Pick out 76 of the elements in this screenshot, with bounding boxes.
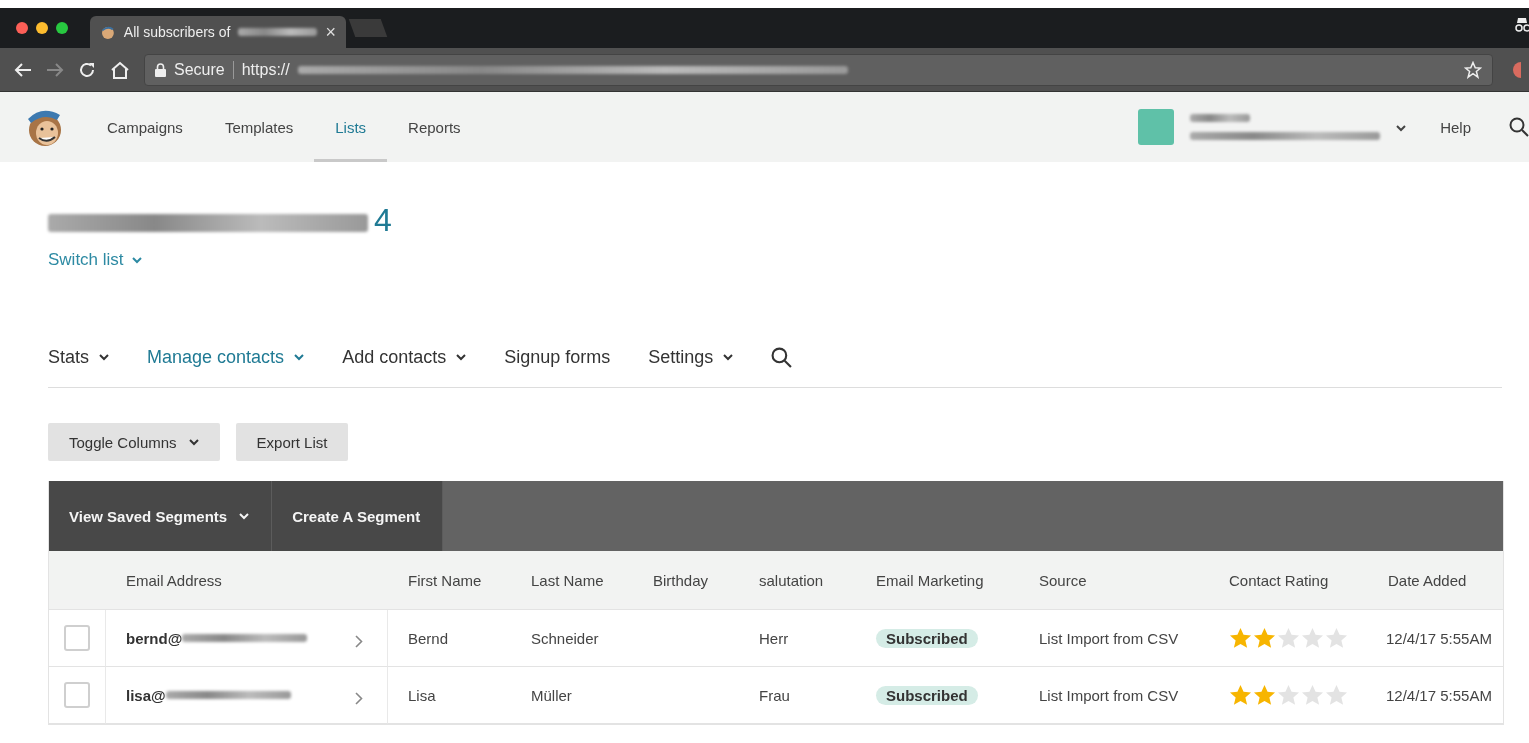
table-cell: Müller — [531, 686, 572, 704]
table-cell: Lisa — [408, 686, 436, 704]
email-text: lisa@ — [126, 686, 166, 704]
list-menu-tab[interactable]: Manage contacts — [147, 346, 305, 368]
star-icon[interactable] — [1301, 684, 1324, 706]
window-minimize-button[interactable] — [36, 22, 48, 34]
window-close-button[interactable] — [16, 22, 28, 34]
column-header[interactable]: salutation — [759, 571, 824, 589]
nav-tab[interactable]: Lists — [314, 92, 388, 162]
address-bar[interactable]: Secure https:// — [144, 53, 1493, 86]
table-cell: Frau — [759, 686, 790, 704]
table-cell: Schneider — [531, 629, 599, 647]
email-text: bernd@ — [126, 629, 183, 647]
subscriber-count: 4 — [374, 204, 392, 236]
switch-list-link[interactable]: Switch list — [48, 250, 142, 270]
reload-icon[interactable] — [78, 60, 96, 79]
tab-title: All subscribers of — [123, 24, 231, 40]
chevron-right-icon[interactable] — [355, 691, 363, 705]
table-cell: List Import from CSV — [1039, 686, 1179, 704]
home-icon[interactable] — [110, 60, 130, 79]
column-header[interactable]: Source — [1039, 571, 1087, 589]
table-cell: 12/4/17 5:55AM — [1386, 629, 1492, 647]
tab-close-button[interactable]: × — [325, 21, 336, 43]
column-header[interactable]: Last Name — [531, 571, 604, 589]
list-menu-tab[interactable]: Signup forms — [504, 346, 611, 368]
star-icon[interactable] — [1301, 627, 1324, 649]
column-header[interactable]: First Name — [408, 571, 482, 589]
status-badge: Subscribed — [876, 628, 978, 648]
search-icon[interactable] — [771, 346, 793, 368]
column-header[interactable]: Email Address — [126, 571, 222, 589]
column-header[interactable]: Birthday — [653, 571, 709, 589]
toolbar-button[interactable]: Export List — [235, 423, 349, 461]
url-text: https:// — [241, 60, 290, 79]
security-label: Secure — [174, 60, 225, 79]
chevron-down-icon — [1396, 125, 1407, 132]
chevron-right-icon[interactable] — [355, 634, 363, 648]
window-maximize-button[interactable] — [56, 22, 68, 34]
star-icon[interactable] — [1277, 627, 1300, 649]
nav-tab[interactable]: Reports — [387, 92, 482, 162]
back-arrow-icon[interactable] — [14, 61, 32, 78]
chevron-down-icon — [131, 256, 142, 264]
blurred-text — [1190, 114, 1251, 122]
segment-button[interactable]: Create A Segment — [272, 481, 444, 551]
list-menu-tab[interactable]: Stats — [48, 346, 110, 368]
star-icon[interactable] — [1325, 627, 1348, 649]
table-cell: List Import from CSV — [1039, 629, 1179, 647]
table-cell: Bernd — [408, 629, 449, 647]
star-icon[interactable] — [1325, 684, 1348, 706]
toolbar-button[interactable]: Toggle Columns — [48, 423, 220, 461]
bookmark-star-icon[interactable] — [1464, 60, 1482, 79]
column-header[interactable]: Email Marketing — [876, 571, 984, 589]
account-avatar[interactable] — [1138, 109, 1175, 145]
nav-tab[interactable]: Campaigns — [86, 92, 204, 162]
forward-arrow-icon[interactable] — [46, 61, 64, 78]
row-checkbox[interactable] — [64, 625, 90, 651]
star-icon[interactable] — [1229, 627, 1252, 649]
star-icon[interactable] — [1277, 684, 1300, 706]
help-link[interactable]: Help — [1440, 118, 1471, 136]
table-cell: Herr — [759, 629, 789, 647]
browser-tab[interactable]: All subscribers of × — [90, 16, 346, 48]
row-checkbox[interactable] — [64, 682, 90, 708]
table-cell: 12/4/17 5:55AM — [1386, 686, 1492, 704]
star-icon[interactable] — [1253, 627, 1276, 649]
list-menu-tab[interactable]: Settings — [648, 346, 734, 368]
column-header[interactable]: Date Added — [1388, 571, 1467, 589]
lock-icon — [155, 62, 166, 77]
star-icon[interactable] — [1253, 684, 1276, 706]
nav-tab[interactable]: Templates — [203, 92, 315, 162]
star-icon[interactable] — [1229, 684, 1252, 706]
status-badge: Subscribed — [876, 685, 978, 705]
search-icon[interactable] — [1509, 117, 1529, 137]
list-menu-tab[interactable]: Add contacts — [342, 346, 467, 368]
new-tab-button[interactable] — [348, 19, 388, 37]
monkey-favicon-icon — [100, 24, 116, 40]
segment-button[interactable]: View Saved Segments — [49, 481, 273, 551]
column-header[interactable]: Contact Rating — [1229, 571, 1329, 589]
